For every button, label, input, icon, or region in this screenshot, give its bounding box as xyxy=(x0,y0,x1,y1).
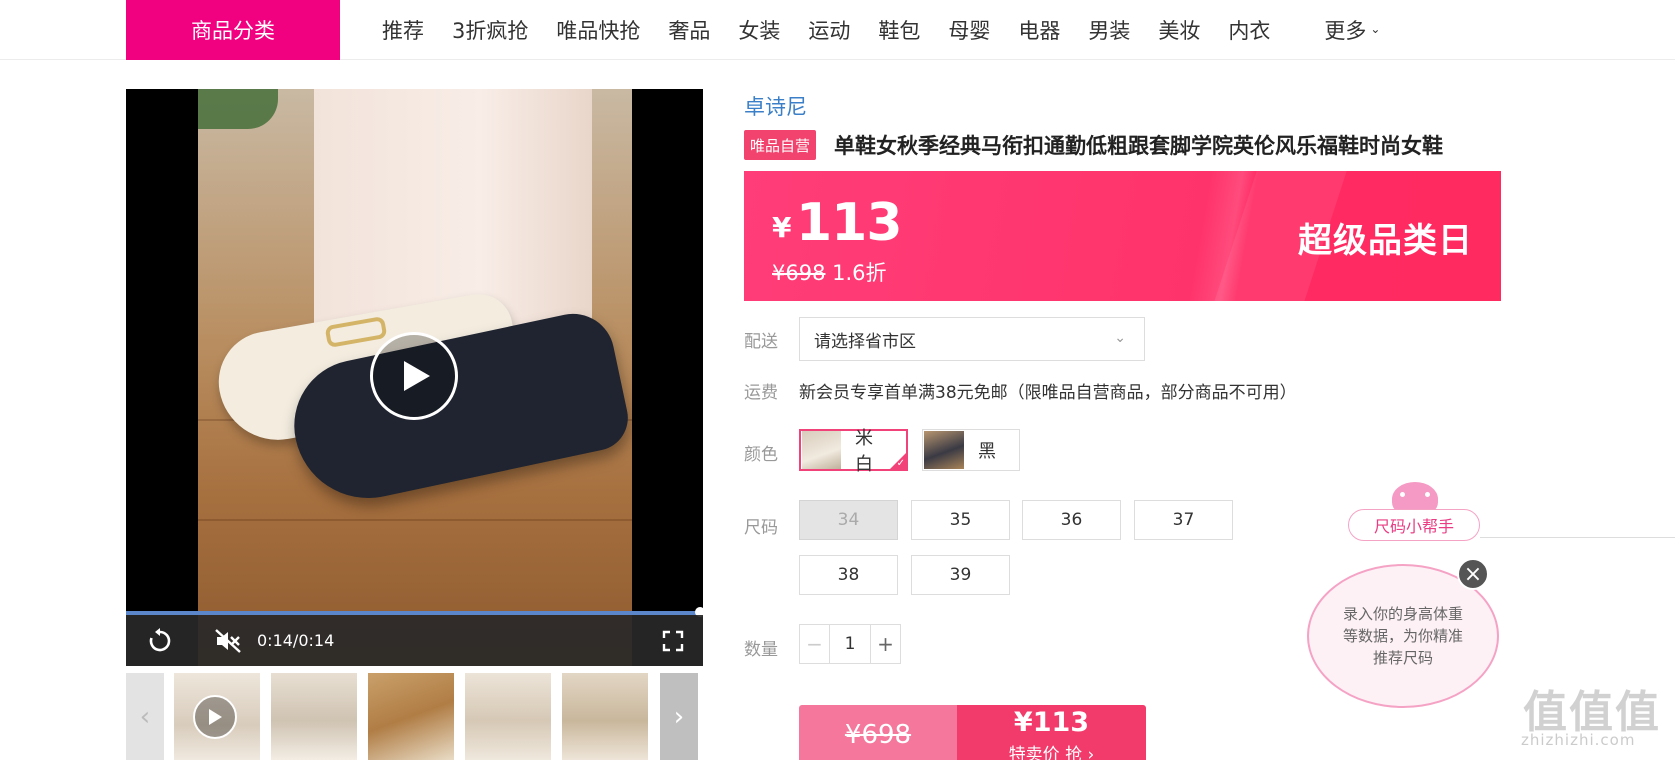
nav-item-shoes-bags[interactable]: 鞋包 xyxy=(878,15,920,45)
video-time: 0:14/0:14 xyxy=(257,631,335,650)
size-option-39[interactable]: 39 xyxy=(911,555,1010,595)
helper-divider xyxy=(1480,537,1675,538)
quantity-input[interactable]: 1 xyxy=(830,625,870,663)
nav-item-underwear[interactable]: 内衣 xyxy=(1228,15,1270,45)
category-button[interactable]: 商品分类 xyxy=(126,0,340,60)
nav-item-women[interactable]: 女装 xyxy=(738,15,780,45)
fullscreen-icon xyxy=(662,630,684,651)
color-swatch-beige xyxy=(802,431,841,469)
current-price: 113 xyxy=(796,193,903,253)
video-controls: 0:14/0:14 xyxy=(126,615,703,666)
color-swatch-black xyxy=(924,431,964,469)
color-name: 黑 xyxy=(978,441,996,462)
thumbnail-strip: ‹ › xyxy=(126,673,703,760)
nav-item-recommend[interactable]: 推荐 xyxy=(382,15,424,45)
price-panel: ¥ 113 ¥698 1.6折 超级品类日 xyxy=(744,171,1501,301)
quantity-label: 数量 xyxy=(744,640,778,660)
nav-items: 推荐 3折疯抢 唯品快抢 奢品 女装 运动 鞋包 母婴 电器 男装 美妆 内衣 … xyxy=(368,0,1394,60)
buy-button[interactable]: ¥698 ¥113 特卖价 抢 › xyxy=(799,705,1146,760)
nav-item-sports[interactable]: 运动 xyxy=(808,15,850,45)
buy-original-price-area: ¥698 xyxy=(799,705,957,760)
close-icon[interactable]: × xyxy=(1457,558,1489,590)
region-select-value: 请选择省市区 xyxy=(814,331,916,352)
size-option-36[interactable]: 36 xyxy=(1022,500,1121,540)
promo-tag: 超级品类日 xyxy=(1298,221,1473,261)
nav-more-label: 更多 xyxy=(1324,19,1367,43)
floor-line xyxy=(198,519,632,521)
nav-more[interactable]: 更多 ⌄ xyxy=(1324,15,1380,45)
size-label: 尺码 xyxy=(744,518,778,538)
shipping-label: 运费 xyxy=(744,383,778,403)
thumbnail-video[interactable] xyxy=(174,673,260,760)
quantity-minus-button[interactable]: − xyxy=(800,625,830,663)
thumbnail-image[interactable] xyxy=(368,673,454,760)
color-option-beige[interactable]: 米白 ✓ xyxy=(799,428,908,475)
replay-button[interactable] xyxy=(140,615,180,666)
nav-item-baby[interactable]: 母婴 xyxy=(948,15,990,45)
chevron-down-icon: ⌄ xyxy=(1370,22,1381,36)
chevron-left-icon: ‹ xyxy=(139,701,151,732)
play-icon xyxy=(404,361,430,391)
nav-item-men[interactable]: 男装 xyxy=(1088,15,1130,45)
thumbnail-image[interactable] xyxy=(465,673,551,760)
chevron-down-icon: ⌄ xyxy=(1114,330,1126,346)
original-price: ¥698 xyxy=(772,261,826,285)
top-nav: 商品分类 推荐 3折疯抢 唯品快抢 奢品 女装 运动 鞋包 母婴 电器 男装 美… xyxy=(0,0,1675,60)
check-icon: ✓ xyxy=(896,458,905,469)
quantity-stepper: − 1 + xyxy=(799,624,901,664)
buy-price: ¥113 xyxy=(1013,707,1090,738)
original-price-row: ¥698 1.6折 xyxy=(772,257,887,287)
nav-item-beauty[interactable]: 美妆 xyxy=(1158,15,1200,45)
brand-link[interactable]: 卓诗尼 xyxy=(744,91,807,121)
nav-item-quick-buy[interactable]: 唯品快抢 xyxy=(556,15,640,45)
size-option-34: 34 xyxy=(799,500,898,540)
product-title: 单鞋女秋季经典马衔扣通勤低粗跟套脚学院英伦风乐福鞋时尚女鞋 xyxy=(834,134,1443,158)
plant-decoration xyxy=(198,89,278,129)
discount-rate: 1.6折 xyxy=(832,261,887,285)
thumbnail-image[interactable] xyxy=(271,673,357,760)
nav-item-appliances[interactable]: 电器 xyxy=(1018,15,1060,45)
play-button[interactable] xyxy=(370,332,458,420)
replay-icon xyxy=(149,627,171,651)
thumb-prev-button[interactable]: ‹ xyxy=(126,673,164,760)
buy-price-area[interactable]: ¥113 特卖价 抢 › xyxy=(957,705,1146,760)
size-option-35[interactable]: 35 xyxy=(911,500,1010,540)
buy-original-price: ¥698 xyxy=(844,720,912,750)
mute-icon xyxy=(215,628,241,653)
size-helper-button[interactable]: 尺码小帮手 xyxy=(1348,509,1480,541)
product-video[interactable]: 0:14/0:14 xyxy=(126,89,703,666)
price-currency: ¥ xyxy=(772,211,792,244)
region-select[interactable]: 请选择省市区 ⌄ xyxy=(799,317,1145,361)
fullscreen-button[interactable] xyxy=(656,615,690,666)
nav-item-flash-30[interactable]: 3折疯抢 xyxy=(452,15,528,45)
self-operated-badge: 唯品自营 xyxy=(744,130,817,160)
color-label: 颜色 xyxy=(744,445,778,465)
buy-cta-label: 特卖价 抢 › xyxy=(1008,745,1095,760)
color-option-black[interactable]: 黑 xyxy=(922,429,1020,471)
delivery-label: 配送 xyxy=(744,332,778,352)
play-icon xyxy=(193,695,237,739)
thumb-next-button[interactable]: › xyxy=(660,673,698,760)
watermark-url: zhizhizhi.com xyxy=(1521,731,1636,749)
shipping-info: 新会员专享首单满38元免邮（限唯品自营商品，部分商品不可用） xyxy=(799,383,1297,403)
thumbnail-image[interactable] xyxy=(562,673,648,760)
size-option-38[interactable]: 38 xyxy=(799,555,898,595)
mute-button[interactable] xyxy=(208,615,248,666)
size-helper-text: 录入你的身高体重等数据，为你精准推荐尺码 xyxy=(1342,605,1463,667)
chevron-right-icon: › xyxy=(673,701,685,732)
size-option-37[interactable]: 37 xyxy=(1134,500,1233,540)
quantity-plus-button[interactable]: + xyxy=(870,625,900,663)
nav-item-luxury[interactable]: 奢品 xyxy=(668,15,710,45)
